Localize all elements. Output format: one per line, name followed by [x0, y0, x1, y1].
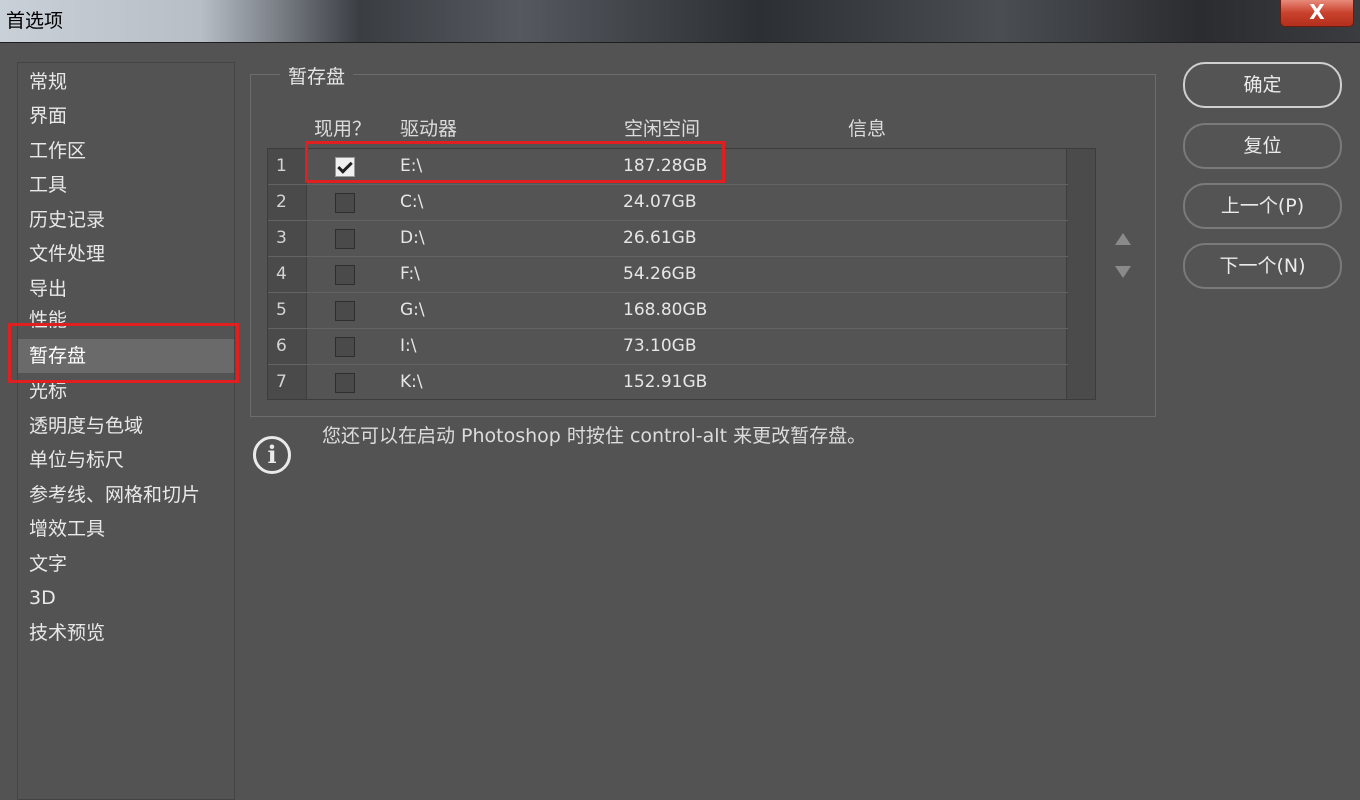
- table-row[interactable]: 3 D:\ 26.61GB: [268, 221, 1068, 257]
- header-info: 信息: [848, 118, 887, 140]
- info-icon: i: [253, 436, 291, 474]
- sidebar-item-scratch-disks[interactable]: 暂存盘: [18, 339, 234, 373]
- group-title: 暂存盘: [280, 62, 354, 89]
- scratch-disk-table: 1 E:\ 187.28GB 2 C:\ 24.07GB 3 D:\ 26.61…: [267, 148, 1096, 400]
- sidebar-item-file-handling[interactable]: 文件处理: [18, 237, 234, 271]
- header-active: 现用？: [314, 118, 372, 140]
- sidebar-item-cursors[interactable]: 光标: [18, 374, 234, 408]
- row-number: 3: [276, 228, 287, 248]
- active-checkbox[interactable]: [335, 337, 355, 357]
- sidebar-item-interface[interactable]: 界面: [18, 99, 234, 133]
- free-space: 168.80GB: [623, 300, 708, 320]
- prev-button[interactable]: 上一个(P): [1183, 183, 1342, 229]
- move-down-icon[interactable]: [1115, 266, 1131, 278]
- sidebar-item-tools[interactable]: 工具: [18, 168, 234, 202]
- drive-name: E:\: [400, 156, 423, 176]
- row-number: 1: [276, 156, 287, 176]
- active-checkbox[interactable]: [335, 193, 355, 213]
- sidebar: 常规 界面 工作区 工具 历史记录 文件处理 导出 性能 暂存盘 光标 透明度与…: [17, 62, 235, 800]
- free-space: 73.10GB: [623, 336, 697, 356]
- close-button[interactable]: X: [1280, 0, 1354, 27]
- row-number: 7: [276, 372, 287, 392]
- sidebar-item-workspace[interactable]: 工作区: [18, 134, 234, 168]
- ok-button[interactable]: 确定: [1183, 62, 1342, 108]
- free-space: 187.28GB: [623, 156, 708, 176]
- free-space: 54.26GB: [623, 264, 697, 284]
- table-row[interactable]: 7 K:\ 152.91GB: [268, 365, 1068, 401]
- drive-name: D:\: [400, 228, 425, 248]
- table-row[interactable]: 4 F:\ 54.26GB: [268, 257, 1068, 293]
- table-row[interactable]: 2 C:\ 24.07GB: [268, 185, 1068, 221]
- free-space: 152.91GB: [623, 372, 708, 392]
- sidebar-item-transparency[interactable]: 透明度与色域: [18, 409, 234, 443]
- sidebar-item-export[interactable]: 导出: [18, 272, 234, 306]
- reset-button[interactable]: 复位: [1183, 123, 1342, 169]
- move-up-icon[interactable]: [1115, 233, 1131, 245]
- row-number: 2: [276, 192, 287, 212]
- drive-name: G:\: [400, 300, 425, 320]
- table-row[interactable]: 1 E:\ 187.28GB: [268, 149, 1068, 185]
- next-button[interactable]: 下一个(N): [1183, 243, 1342, 289]
- sidebar-item-tech-previews[interactable]: 技术预览: [18, 616, 234, 650]
- active-checkbox[interactable]: [335, 265, 355, 285]
- table-row[interactable]: 5 G:\ 168.80GB: [268, 293, 1068, 329]
- sidebar-item-3d[interactable]: 3D: [18, 581, 234, 615]
- row-number: 5: [276, 300, 287, 320]
- table-row[interactable]: 6 I:\ 73.10GB: [268, 329, 1068, 365]
- sidebar-item-units-rulers[interactable]: 单位与标尺: [18, 443, 234, 477]
- active-checkbox[interactable]: [335, 157, 355, 177]
- drive-name: I:\: [400, 336, 417, 356]
- row-number: 4: [276, 264, 287, 284]
- active-checkbox[interactable]: [335, 373, 355, 393]
- header-drive: 驱动器: [400, 118, 458, 140]
- sidebar-item-history[interactable]: 历史记录: [18, 203, 234, 237]
- row-number: 6: [276, 336, 287, 356]
- drive-name: C:\: [400, 192, 424, 212]
- active-checkbox[interactable]: [335, 301, 355, 321]
- free-space: 26.61GB: [623, 228, 697, 248]
- info-text: 您还可以在启动 Photoshop 时按住 control-alt 来更改暂存盘…: [322, 425, 867, 447]
- sidebar-item-type[interactable]: 文字: [18, 547, 234, 581]
- sidebar-item-guides-grid[interactable]: 参考线、网格和切片: [18, 478, 234, 512]
- sidebar-item-performance[interactable]: 性能: [18, 306, 234, 336]
- window-title: 首选项: [6, 10, 64, 32]
- drive-name: F:\: [400, 264, 420, 284]
- active-checkbox[interactable]: [335, 229, 355, 249]
- title-bar: 首选项 X: [0, 0, 1360, 43]
- drive-name: K:\: [400, 372, 423, 392]
- free-space: 24.07GB: [623, 192, 697, 212]
- header-free-space: 空闲空间: [624, 118, 701, 140]
- table-scrollbar[interactable]: [1066, 149, 1095, 399]
- sidebar-item-general[interactable]: 常规: [18, 65, 234, 99]
- sidebar-item-plugins[interactable]: 增效工具: [18, 512, 234, 546]
